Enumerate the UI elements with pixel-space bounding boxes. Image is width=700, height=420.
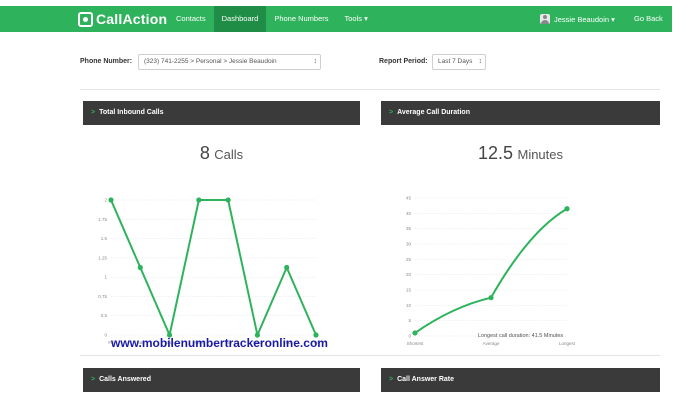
chevron-right-icon: > xyxy=(91,376,96,383)
logo-text: CallAction xyxy=(96,11,168,27)
x-tick-label: Shortest xyxy=(407,341,425,346)
panel-title: Calls Answered xyxy=(99,376,151,383)
main-nav: Contacts Dashboard Phone Numbers Tools ▾ xyxy=(168,6,376,32)
data-point xyxy=(108,197,114,203)
data-point xyxy=(564,206,570,212)
panel-header: > Call Answer Rate xyxy=(381,368,660,392)
y-tick-label: 1.5 xyxy=(101,236,108,241)
y-tick-label: 2 xyxy=(104,198,107,203)
y-tick-label: 20 xyxy=(406,272,412,277)
divider xyxy=(80,89,660,90)
nav-tools[interactable]: Tools ▾ xyxy=(337,6,376,32)
watermark-text: www.mobilenumbertrackeronline.com xyxy=(111,336,328,350)
y-tick-label: 40 xyxy=(406,211,412,216)
nav-contacts[interactable]: Contacts xyxy=(168,6,214,32)
chevron-right-icon: > xyxy=(389,376,394,383)
report-period-select[interactable]: Last 7 Days xyxy=(432,54,486,70)
y-tick-label: 45 xyxy=(406,196,412,201)
user-menu[interactable]: Jessie Beaudoin ▾ xyxy=(540,6,615,32)
user-name: Jessie Beaudoin ▾ xyxy=(554,14,615,24)
logo-icon xyxy=(78,11,93,27)
longest-call-caption: Longest call duration: 41.5 Minutes xyxy=(477,333,564,339)
y-tick-label: 35 xyxy=(406,226,412,231)
phone-number-select[interactable]: (323) 741-2255 > Personal > Jessie Beaud… xyxy=(138,54,321,70)
panel-header: > Calls Answered xyxy=(83,368,360,392)
series-line xyxy=(414,207,568,334)
data-point xyxy=(488,295,494,301)
report-period-label: Report Period: xyxy=(379,58,428,65)
call-duration-chart: 454035302520151050Shortest Average Longest xyxy=(406,196,576,347)
total-inbound-calls-panel: > Total Inbound Calls 8 Calls 2 1.75 1.5 1.2… xyxy=(83,101,360,355)
divider xyxy=(80,355,660,356)
data-point xyxy=(137,264,143,271)
phone-number-label: Phone Number: xyxy=(80,58,133,65)
y-tick-label: 30 xyxy=(406,242,412,247)
average-call-duration-panel: > Average Call Duration 12.5 Minutes 45 40… xyxy=(381,101,660,355)
y-tick-label: 10 xyxy=(406,303,412,308)
go-back-link[interactable]: Go Back xyxy=(634,6,663,32)
y-tick-label: 0.5 xyxy=(101,313,108,318)
nav-dashboard[interactable]: Dashboard xyxy=(213,6,267,32)
panel-title: Average Call Duration xyxy=(397,109,470,116)
y-tick-label: 1.25 xyxy=(98,255,107,260)
data-point xyxy=(284,264,290,271)
panel-title: Call Answer Rate xyxy=(397,376,455,383)
panel-header: > Average Call Duration xyxy=(381,101,660,125)
y-tick-label: 0.75 xyxy=(98,294,107,299)
y-tick-label: 25 xyxy=(406,257,412,262)
user-avatar-icon xyxy=(540,14,550,24)
data-point xyxy=(196,197,202,203)
inbound-calls-chart: 21.751.51.2510.750.50Fri Sat Sun Mon Tue Wed T… xyxy=(98,197,319,345)
logo[interactable]: CallAction xyxy=(78,10,167,28)
x-tick-label: Longest xyxy=(559,341,576,346)
x-tick-label: Average xyxy=(483,341,500,346)
nav-phone-numbers[interactable]: Phone Numbers xyxy=(266,6,336,32)
chevron-right-icon: > xyxy=(389,109,394,116)
y-tick-label: 1 xyxy=(104,275,107,280)
y-tick-label: 0 xyxy=(104,333,107,338)
y-tick-label: 1.75 xyxy=(98,217,107,222)
data-point xyxy=(225,197,231,203)
panel-header: > Total Inbound Calls xyxy=(83,101,360,125)
y-tick-label: 15 xyxy=(406,288,412,293)
calls-answered-panel: > Calls Answered xyxy=(83,368,360,392)
y-tick-label: 5 xyxy=(408,318,411,323)
chevron-right-icon: > xyxy=(91,109,96,116)
call-answer-rate-panel: > Call Answer Rate xyxy=(381,368,660,392)
top-navbar: CallAction Contacts Dashboard Phone Numb… xyxy=(0,6,672,32)
panel-title: Total Inbound Calls xyxy=(99,109,164,116)
